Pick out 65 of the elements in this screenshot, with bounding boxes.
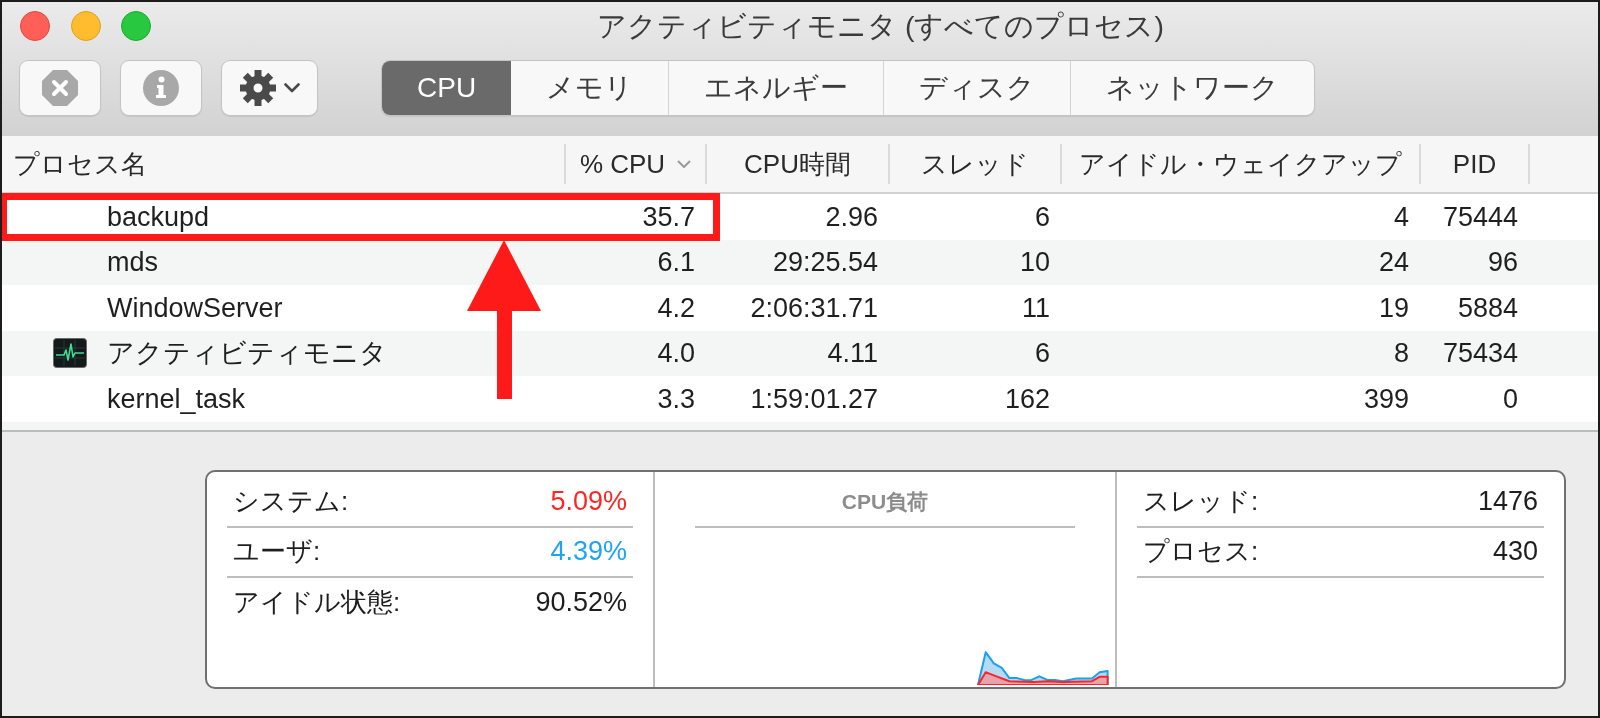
thread-count: 6 xyxy=(1033,200,1051,234)
idle-wake-ups: 8 xyxy=(1392,337,1410,370)
process-name: kernel_task xyxy=(107,382,246,416)
stat-value: 90.52% xyxy=(535,586,627,620)
idle-wake-ups: 4 xyxy=(1392,200,1410,234)
stat-value: 5.09% xyxy=(550,485,627,519)
stat-label: プロセス: xyxy=(1143,535,1259,568)
stop-button[interactable] xyxy=(19,60,101,116)
column-header[interactable]: プロセス名 xyxy=(2,136,564,192)
idle-wake-ups: 19 xyxy=(1377,291,1410,325)
column-header[interactable]: アイドル・ウェイクアップ xyxy=(1062,136,1419,192)
stat-value: 1476 xyxy=(1477,485,1538,519)
tab[interactable]: ディスク xyxy=(883,61,1071,115)
action-menu-button[interactable] xyxy=(221,60,318,116)
table-row[interactable]: mds 6.1 29:25.54 10 24 96 xyxy=(2,239,1598,285)
process-id: 75444 xyxy=(1441,200,1519,234)
cpu-time: 2:06:31.71 xyxy=(749,291,879,325)
thread-count: 6 xyxy=(1033,337,1051,370)
chart-title: CPU負荷 xyxy=(841,488,929,515)
column-header[interactable]: % CPU xyxy=(566,136,705,192)
info-icon xyxy=(143,70,179,106)
process-id: 5884 xyxy=(1456,291,1519,325)
process-name: アクティビティモニタ xyxy=(107,337,387,370)
cpu-percent: 35.7 xyxy=(641,200,696,234)
octagon-x-icon xyxy=(42,70,78,106)
column-header[interactable]: PID xyxy=(1421,136,1528,192)
idle-wake-ups: 24 xyxy=(1377,246,1410,279)
stat-value: 430 xyxy=(1492,535,1538,569)
thread-count: 10 xyxy=(1018,246,1051,279)
process-id: 75434 xyxy=(1441,337,1519,370)
cpu-percent: 3.3 xyxy=(656,382,696,416)
stat-value: 4.39% xyxy=(550,535,627,569)
tab[interactable]: エネルギー xyxy=(668,61,884,115)
process-name: mds xyxy=(107,246,158,279)
cpu-percent: 4.2 xyxy=(656,291,696,325)
gear-icon xyxy=(239,70,276,106)
cpu-time: 29:25.54 xyxy=(771,246,879,279)
process-id: 0 xyxy=(1501,382,1519,416)
process-name: backupd xyxy=(107,200,210,234)
column-header[interactable]: CPU時間 xyxy=(707,136,888,192)
stat-label: アイドル状態: xyxy=(233,586,401,619)
cpu-time: 4.11 xyxy=(826,337,879,370)
chevron-down-icon xyxy=(283,83,300,93)
tab[interactable]: ネットワーク xyxy=(1070,61,1315,115)
stat-label: ユーザ: xyxy=(233,535,321,568)
process-name: WindowServer xyxy=(107,291,283,325)
tab[interactable]: メモリ xyxy=(511,61,669,115)
cpu-percent: 6.1 xyxy=(656,246,696,279)
cpu-time: 2.96 xyxy=(824,200,879,234)
idle-wake-ups: 399 xyxy=(1362,382,1410,416)
process-id: 96 xyxy=(1486,246,1519,279)
thread-count: 162 xyxy=(1003,382,1051,416)
zoom-button[interactable] xyxy=(121,11,151,41)
stat-label: スレッド: xyxy=(1143,485,1259,518)
info-button[interactable] xyxy=(120,60,202,116)
column-header[interactable]: スレッド xyxy=(890,136,1060,192)
stat-label: システム: xyxy=(233,485,349,518)
window-title: アクティビティモニタ (すべてのプロセス) xyxy=(597,8,1164,44)
thread-count: 11 xyxy=(1020,291,1051,325)
table-row[interactable]: アクティビティモニタ 4.0 4.11 6 8 75434 xyxy=(2,330,1598,376)
cpu-time: 1:59:01.27 xyxy=(749,382,879,416)
close-button[interactable] xyxy=(20,11,50,41)
cpu-percent: 4.0 xyxy=(656,337,696,370)
minimize-button[interactable] xyxy=(71,11,101,41)
tab[interactable]: CPU xyxy=(382,61,512,115)
